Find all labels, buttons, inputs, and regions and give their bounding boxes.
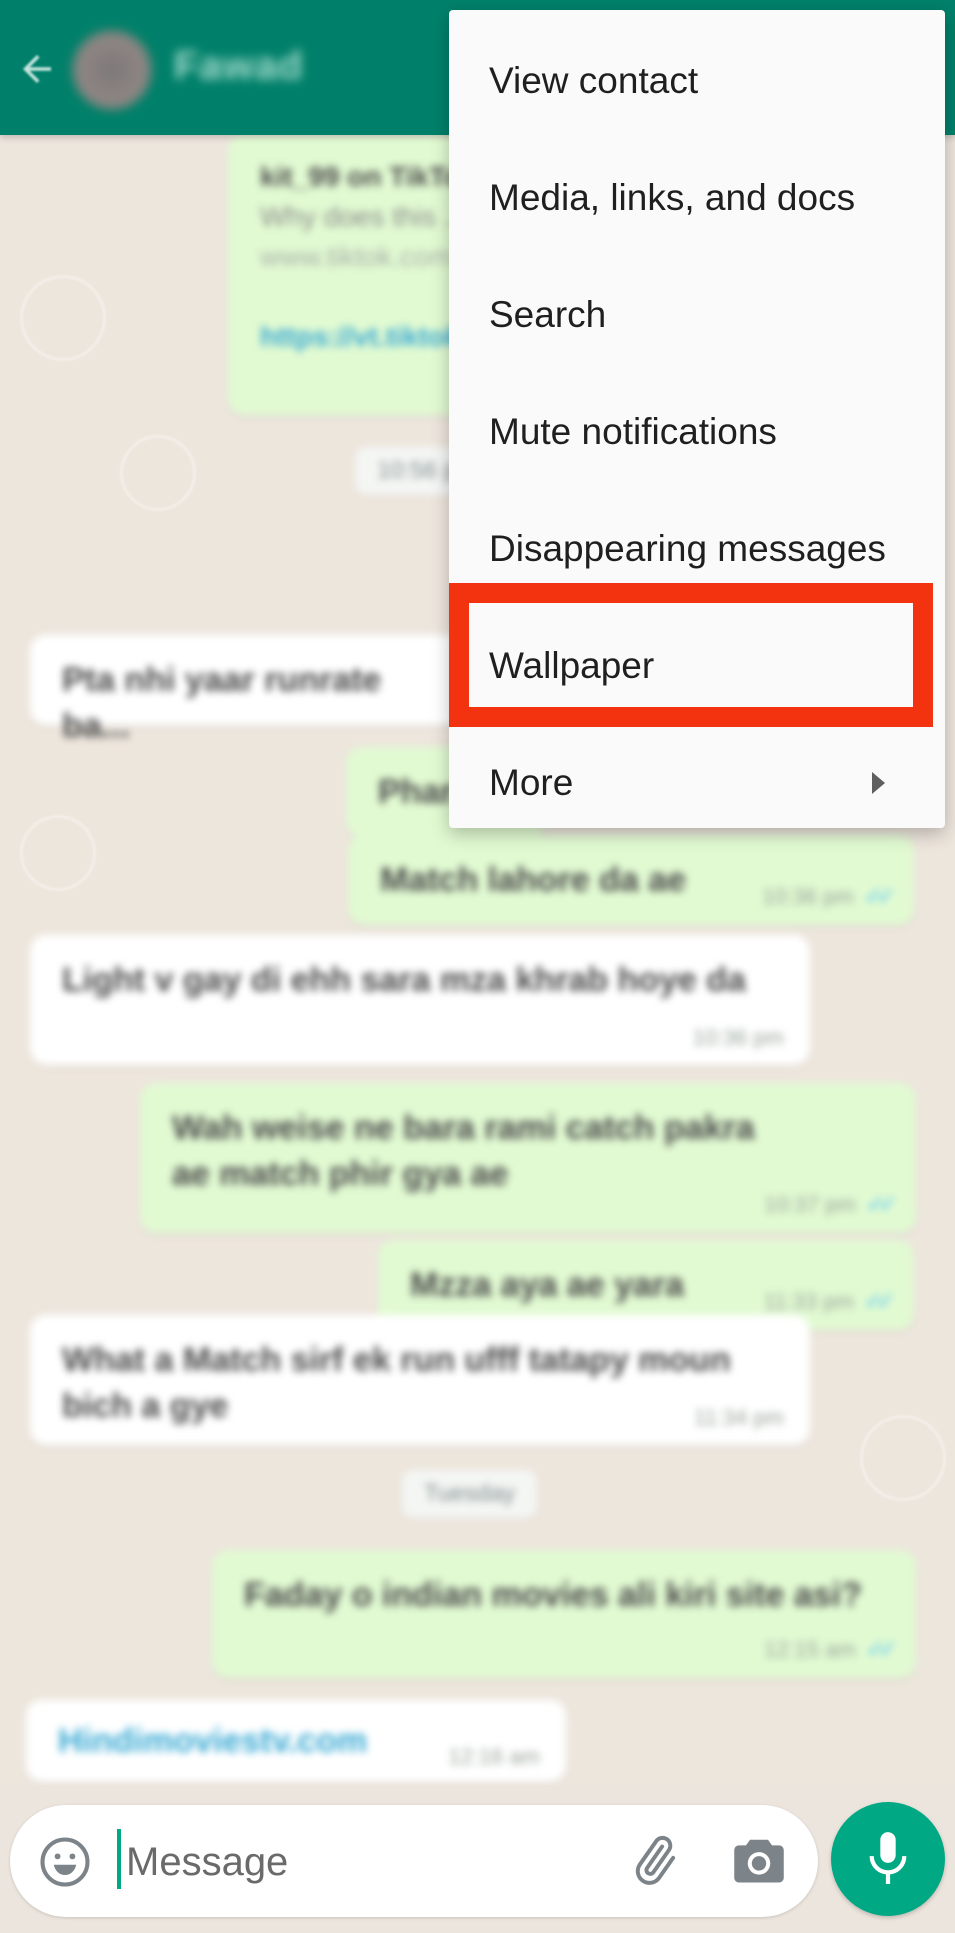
text-caret <box>117 1829 121 1889</box>
microphone-icon <box>869 1832 907 1884</box>
message-time: 11:34 pm <box>693 1405 784 1430</box>
camera-icon[interactable] <box>732 1835 786 1885</box>
menu-item-label: Media, links, and docs <box>489 176 856 218</box>
wallpaper-doodle <box>120 435 196 511</box>
message-time: 11:33 pm <box>763 1289 854 1314</box>
message-bubble-incoming[interactable]: What a Match sirf ek run ufff tatapy mou… <box>30 1315 810 1445</box>
message-bubble-incoming[interactable]: Light v gay di ehh sara mza khrab hoye d… <box>30 935 810 1065</box>
message-composer <box>10 1805 818 1917</box>
menu-item-disappearing-messages[interactable]: Disappearing messages <box>449 490 945 607</box>
double-check-icon: ✓✓ <box>863 1288 896 1315</box>
arrow-left-icon[interactable] <box>16 48 58 90</box>
overflow-menu: View contact Media, links, and docs Sear… <box>449 10 945 828</box>
menu-item-label: Search <box>489 293 607 335</box>
message-input[interactable] <box>124 1825 598 1899</box>
menu-item-media-links-docs[interactable]: Media, links, and docs <box>449 139 945 256</box>
wallpaper-doodle <box>860 1415 946 1501</box>
message-text: Faday o indian movies ali kiri site asi? <box>244 1576 862 1614</box>
emoji-icon[interactable] <box>38 1835 92 1889</box>
message-time: 12:16 am <box>448 1744 540 1769</box>
message-time: 12:15 am <box>764 1637 856 1662</box>
message-bubble-incoming[interactable]: Hindimoviestv.com 12:16 am <box>26 1700 566 1782</box>
message-time: 10:36 pm <box>762 884 854 909</box>
double-check-icon: ✓✓ <box>863 883 896 910</box>
message-time: 10:37 pm <box>764 1192 856 1217</box>
date-chip: Tuesday <box>402 1470 538 1518</box>
paperclip-icon[interactable] <box>626 1833 682 1889</box>
voice-record-button[interactable] <box>831 1802 945 1916</box>
message-bubble-outgoing[interactable]: Wah weise ne bara rami catch pakra ae ma… <box>140 1083 916 1233</box>
menu-item-label: Wallpaper <box>489 644 655 686</box>
message-text: Wah weise ne bara rami catch pakra ae ma… <box>172 1109 755 1193</box>
message-text: What a Match sirf ek run ufff tatapy mou… <box>62 1341 731 1425</box>
menu-item-wallpaper[interactable]: Wallpaper <box>449 607 945 724</box>
menu-item-search[interactable]: Search <box>449 256 945 373</box>
double-check-icon: ✓✓ <box>865 1636 898 1663</box>
double-check-icon: ✓✓ <box>865 1191 898 1218</box>
message-text: Light v gay di ehh sara mza khrab hoye d… <box>62 961 746 999</box>
avatar[interactable] <box>72 30 152 110</box>
message-bubble-outgoing[interactable]: Match lahore da ae 10:36 pm ✓✓ <box>348 835 914 925</box>
menu-item-label: More <box>489 761 574 803</box>
menu-item-view-contact[interactable]: View contact <box>449 22 945 139</box>
menu-item-label: Mute notifications <box>489 410 777 452</box>
wallpaper-doodle <box>20 815 96 891</box>
menu-item-mute-notifications[interactable]: Mute notifications <box>449 373 945 490</box>
chevron-right-icon <box>872 771 885 794</box>
message-time: 10:36 pm <box>692 1025 784 1050</box>
contact-name[interactable]: Fawad <box>174 44 303 89</box>
menu-item-label: View contact <box>489 59 699 101</box>
wallpaper-doodle <box>20 275 106 361</box>
message-text: Pta nhi yaar runrate ba... <box>62 661 382 745</box>
menu-item-label: Disappearing messages <box>489 527 886 569</box>
message-bubble-outgoing[interactable]: Faday o indian movies ali kiri site asi?… <box>212 1550 916 1678</box>
menu-item-more[interactable]: More <box>449 724 945 841</box>
message-bubble-incoming[interactable]: Pta nhi yaar runrate ba... <box>30 635 470 745</box>
